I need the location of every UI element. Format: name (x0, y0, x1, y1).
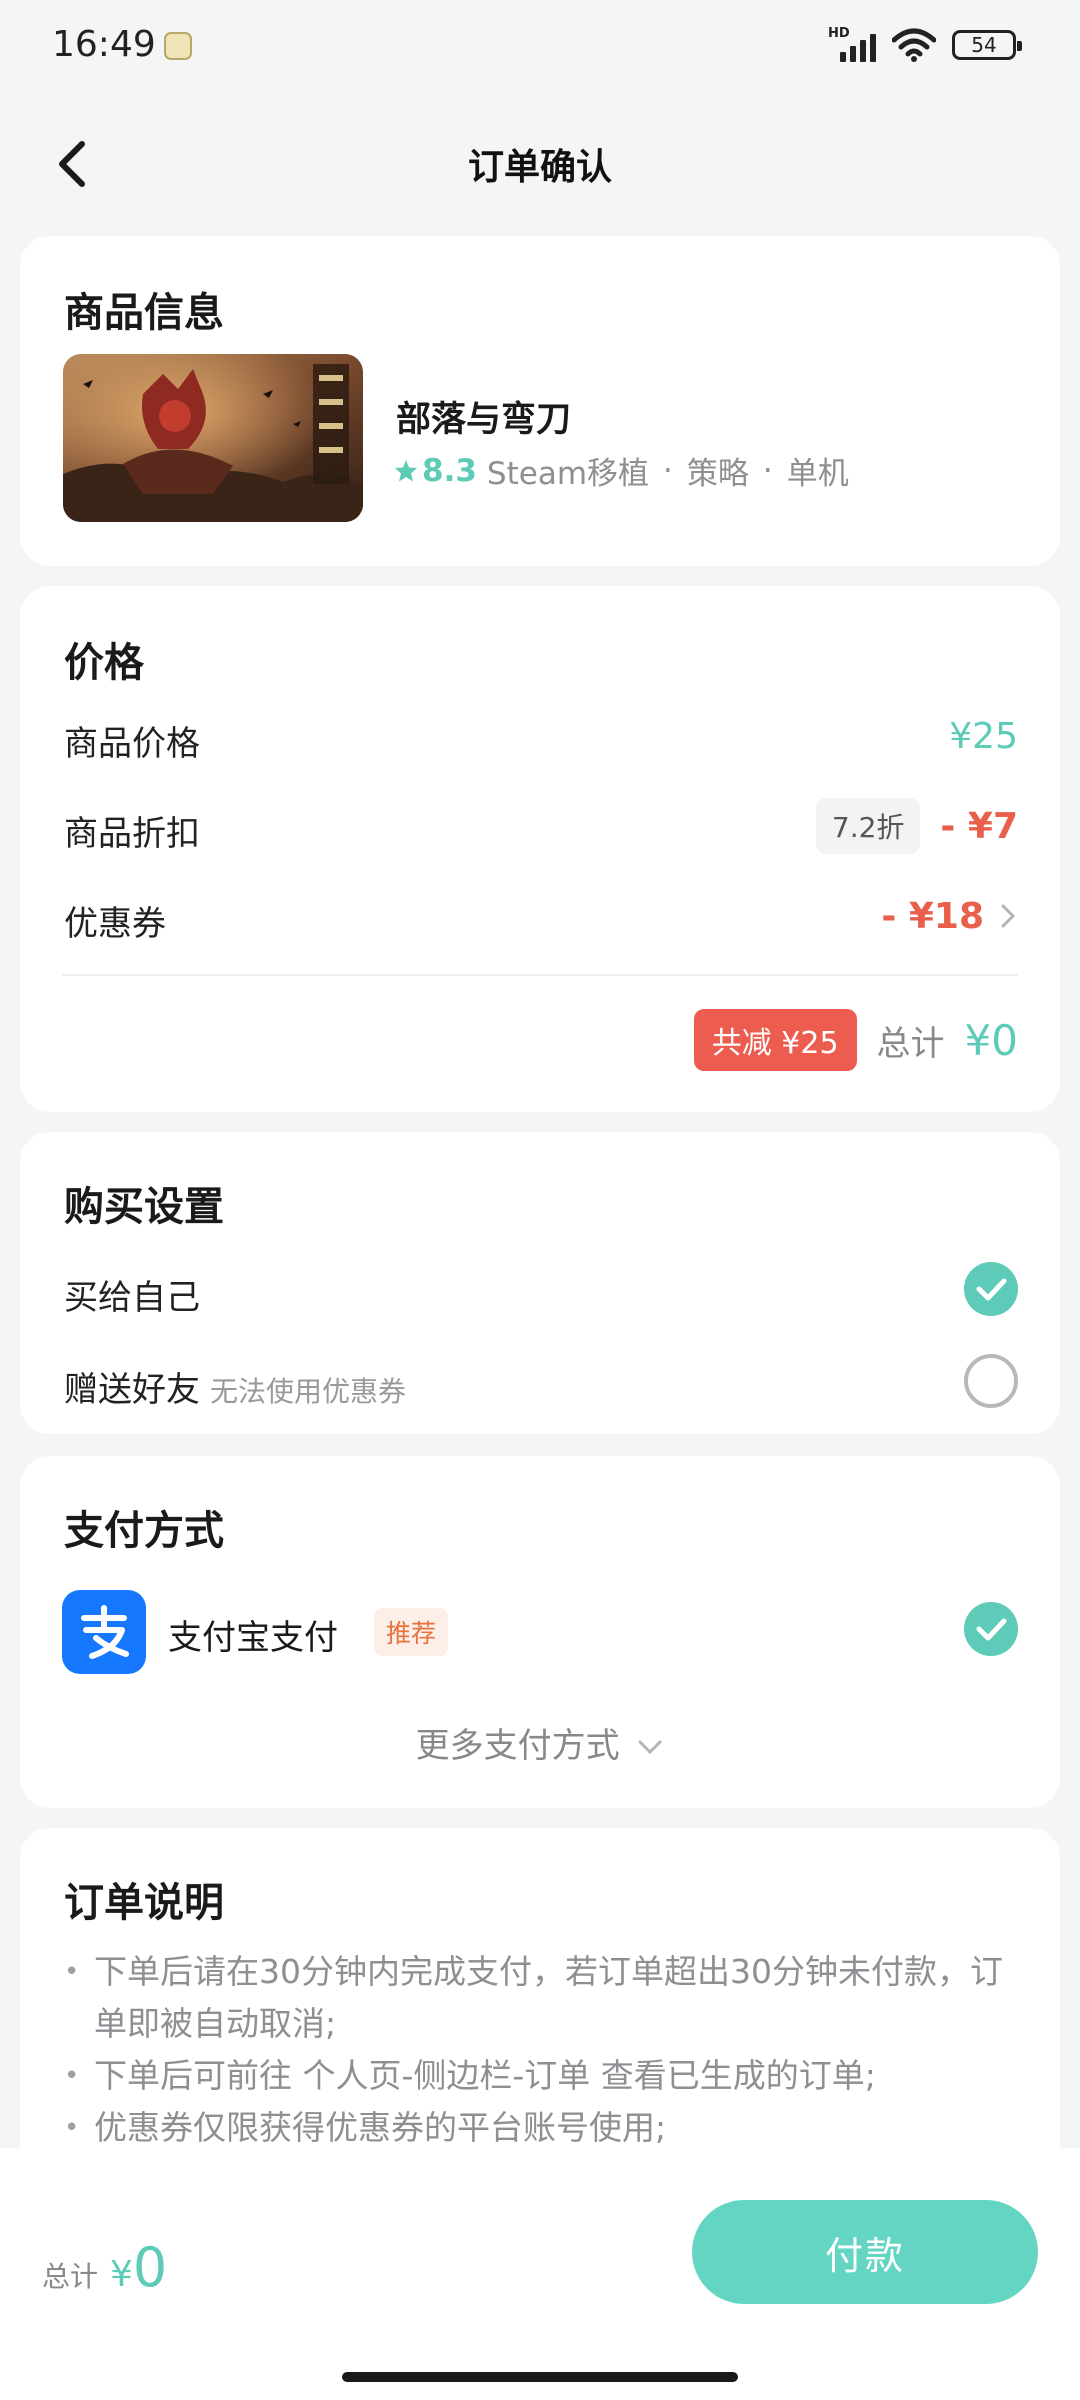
checkout-bar: 总计 ¥ 0 付款 (0, 2148, 1080, 2400)
alipay-option[interactable]: 支付宝支付 (168, 1610, 338, 1659)
note-item: 下单后可前往 个人页-侧边栏-订单 查看已生成的订单; (64, 2050, 1016, 2102)
item-price-label: 商品价格 (64, 724, 200, 764)
wifi-icon (892, 28, 936, 62)
battery-icon: 54 (952, 30, 1022, 60)
discount-value: - ¥7 (940, 805, 1018, 847)
payment-section-title: 支付方式 (64, 1508, 224, 1554)
tag-mode: 单机 (786, 456, 849, 492)
game-cover-art (63, 354, 363, 522)
status-time: 16:49 (52, 24, 156, 65)
total-value: ¥0 (964, 1015, 1018, 1065)
coupon-label: 优惠券 (64, 904, 166, 944)
game-name[interactable]: 部落与弯刀 (396, 391, 571, 442)
total-label: 总计 (876, 1023, 945, 1064)
item-price-row: 商品价格 ¥25 (64, 708, 1018, 765)
coupon-value: - ¥18 (881, 895, 984, 937)
option-label: 买给自己 (64, 1278, 200, 1318)
page-title: 订单确认 (467, 147, 612, 188)
more-payment-methods-button[interactable]: 更多支付方式 (20, 1718, 1060, 1767)
coupon-row[interactable]: 优惠券 - ¥18 (64, 888, 1018, 944)
separator-dot: · (762, 452, 773, 489)
bottom-total-value: 0 (132, 2236, 168, 2299)
purchase-section-title: 购买设置 (64, 1184, 224, 1230)
nav-header: 订单确认 (0, 120, 1080, 208)
order-confirm-page: 16:49 HD 54 订单确认 商品信息 部落与弯刀 8.3 Steam移植 … (0, 0, 1080, 2400)
gift-note: 无法使用优惠券 (210, 1375, 407, 1408)
saving-badge: 共减 ¥25 (693, 1009, 857, 1071)
option-buy-for-self[interactable]: 买给自己 (64, 1262, 1018, 1322)
bottom-total: 总计 ¥ 0 (42, 2236, 167, 2299)
checkmark-circle-icon[interactable] (964, 1602, 1018, 1656)
option-gift-friend[interactable]: 赠送好友 无法使用优惠券 (64, 1354, 1018, 1414)
rating-value: 8.3 (422, 452, 477, 489)
item-price-value: ¥25 (949, 715, 1018, 757)
gift-label: 赠送好友 (64, 1370, 200, 1410)
total-row: 共减 ¥25 总计 ¥0 (64, 1009, 1018, 1071)
note-item: 优惠券仅限获得优惠券的平台账号使用; (64, 2102, 1016, 2154)
game-rating: 8.3 (394, 453, 477, 489)
note-item: 下单后请在30分钟内完成支付，若订单超出30分钟未付款，订单即被自动取消; (64, 1946, 1016, 2050)
pay-button[interactable]: 付款 (692, 2200, 1038, 2304)
chevron-down-icon (638, 1740, 662, 1755)
recommend-badge: 推荐 (374, 1608, 449, 1656)
checkmark-circle-icon[interactable] (964, 1262, 1018, 1316)
status-icons: HD 54 (828, 26, 1022, 62)
notification-app-icon (164, 32, 192, 60)
battery-level: 54 (971, 33, 997, 57)
option-label: 赠送好友 无法使用优惠券 (64, 1362, 406, 1411)
game-meta: 8.3 Steam移植 · 策略 · 单机 (394, 448, 849, 493)
tag-genre: 策略 (686, 456, 749, 492)
payment-card: 支付方式 支付宝支付 推荐 更多支付方式 (20, 1456, 1060, 1808)
tag-platform: Steam移植 (486, 456, 650, 492)
product-section-title: 商品信息 (64, 290, 224, 336)
separator-dot: · (663, 452, 673, 489)
star-icon (395, 459, 417, 481)
product-card: 商品信息 部落与弯刀 8.3 Steam移植 · 策略 · 单机 (20, 236, 1060, 566)
notes-list: 下单后请在30分钟内完成支付，若订单超出30分钟未付款，订单即被自动取消; 下单… (64, 1946, 1016, 2154)
discount-row: 商品折扣 7.2折 - ¥7 (64, 798, 1018, 854)
home-indicator[interactable] (342, 2372, 738, 2382)
currency-symbol: ¥ (110, 2254, 133, 2295)
notes-section-title: 订单说明 (64, 1880, 224, 1926)
more-payment-label: 更多支付方式 (415, 1726, 620, 1766)
empty-circle-icon[interactable] (964, 1354, 1018, 1408)
purchase-settings-card: 购买设置 买给自己 赠送好友 无法使用优惠券 (20, 1132, 1060, 1434)
discount-badge: 7.2折 (815, 798, 921, 854)
signal-icon: HD (828, 26, 876, 62)
alipay-icon (62, 1590, 146, 1674)
status-bar: 16:49 HD 54 (0, 0, 1080, 92)
chevron-right-icon (1001, 904, 1016, 928)
game-thumbnail[interactable] (63, 354, 363, 522)
price-divider (62, 974, 1018, 976)
price-section-title: 价格 (64, 640, 144, 686)
bottom-total-label: 总计 (42, 2260, 99, 2293)
price-card: 价格 商品价格 ¥25 商品折扣 7.2折 - ¥7 优惠券 - ¥18 共减 (20, 586, 1060, 1112)
discount-label: 商品折扣 (64, 814, 200, 854)
